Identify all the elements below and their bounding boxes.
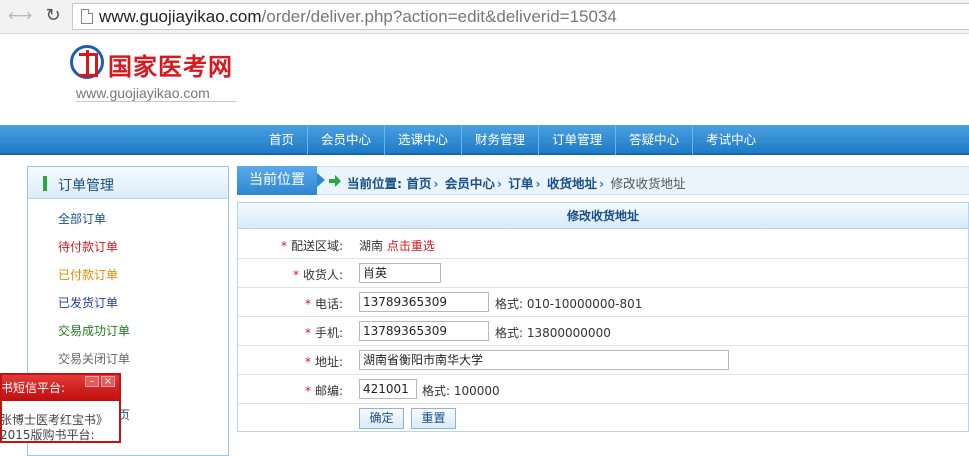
address-label: * 地址: — [304, 355, 343, 369]
breadcrumb-item-address[interactable]: 收货地址 — [547, 176, 597, 191]
sidebar-title: 订单管理 — [58, 178, 114, 194]
popup-titlebar: 书短信平台: – × — [2, 375, 119, 401]
reselect-link[interactable]: 点击重选 — [387, 239, 435, 253]
form-title: 修改收货地址 — [238, 203, 968, 229]
address-input[interactable]: 湖南省衡阳市南华大学 — [359, 350, 729, 370]
phone-hint: 格式: 010-10000000-801 — [495, 297, 643, 311]
form-row-receiver: * 收货人: 肖英 — [238, 259, 968, 288]
mobile-input[interactable]: 13789365309 — [359, 321, 489, 341]
address-bar[interactable]: www.guojiayikao.com/order/deliver.php?ac… — [72, 3, 969, 30]
nav-item-exam-center[interactable]: 考试中心 — [693, 125, 769, 155]
popup-line-1[interactable]: 张博士医考红宝书》 — [0, 413, 119, 428]
sidebar-header-marker — [43, 176, 47, 191]
minimize-icon[interactable]: – — [85, 376, 99, 387]
address-form: 修改收货地址 * 配送区域: 湖南 点击重选 * 收货人: 肖英 * 电话: 1378… — [237, 202, 969, 432]
nav-item-course-center[interactable]: 选课中心 — [385, 125, 463, 155]
receiver-input[interactable]: 肖英 — [359, 263, 441, 283]
zipcode-input[interactable]: 421001 — [359, 379, 417, 399]
breadcrumb-item-home[interactable]: 首页 — [406, 176, 431, 191]
page-icon — [81, 9, 93, 24]
forward-arrow-icon[interactable]: → — [14, 5, 36, 27]
sidebar-item-all-orders[interactable]: 全部订单 — [28, 205, 228, 233]
site-header: 国家医考网 www.guojiayikao.com — [0, 35, 969, 125]
close-icon[interactable]: × — [101, 376, 115, 387]
breadcrumb: 当前位置 当前位置: 首页 › 会员中心 › 订单 › 收货地址 › 修改收货地址 — [237, 166, 969, 195]
logo-icon[interactable] — [70, 45, 104, 79]
breadcrumb-trail: 当前位置: 首页 › 会员中心 › 订单 › 收货地址 › 修改收货地址 — [347, 176, 686, 191]
site-logo-text[interactable]: 国家医考网 — [108, 47, 233, 82]
form-row-zipcode: * 邮编: 421001 格式: 100000 — [238, 375, 968, 404]
nav-item-home[interactable]: 首页 — [256, 125, 309, 155]
sidebar-item-shipped[interactable]: 已发货订单 — [28, 289, 228, 317]
nav-item-finance[interactable]: 财务管理 — [462, 125, 540, 155]
nav-item-qa-center[interactable]: 答疑中心 — [616, 125, 694, 155]
receiver-label: * 收货人: — [292, 268, 343, 282]
nav-item-orders[interactable]: 订单管理 — [539, 125, 617, 155]
breadcrumb-item-order[interactable]: 订单 — [508, 176, 533, 191]
region-value: 湖南 点击重选 — [359, 239, 435, 253]
zipcode-label: * 邮编: — [304, 384, 343, 398]
breadcrumb-item-member[interactable]: 会员中心 — [445, 176, 495, 191]
main-nav: 首页 会员中心 选课中心 财务管理 订单管理 答疑中心 考试中心 — [0, 125, 969, 155]
form-row-address: * 地址: 湖南省衡阳市南华大学 — [238, 346, 968, 375]
site-logo-url: www.guojiayikao.com — [76, 85, 210, 101]
reset-button[interactable]: 重置 — [411, 408, 456, 429]
sidebar-header: 订单管理 — [28, 167, 228, 199]
form-row-mobile: * 手机: 13789365309 格式: 13800000000 — [238, 317, 968, 346]
browser-toolbar: ← → ↻ www.guojiayikao.com/order/deliver.… — [0, 0, 969, 34]
sms-popup: 书短信平台: – × 张博士医考红宝书》 2015版购书平台: — [0, 373, 121, 443]
sidebar-item-paid[interactable]: 已付款订单 — [28, 261, 228, 289]
popup-title: 书短信平台: — [2, 381, 66, 395]
phone-input[interactable]: 13789365309 — [359, 292, 489, 312]
breadcrumb-label: 当前位置 — [237, 166, 325, 195]
sidebar-item-closed[interactable]: 交易关闭订单 — [28, 345, 228, 373]
confirm-button[interactable]: 确定 — [359, 408, 404, 429]
url-text[interactable]: www.guojiayikao.com/order/deliver.php?ac… — [99, 7, 617, 27]
breadcrumb-current: 修改收货地址 — [610, 176, 686, 191]
form-row-region: * 配送区域: 湖南 点击重选 — [238, 230, 968, 259]
nav-item-member-center[interactable]: 会员中心 — [308, 125, 386, 155]
sidebar-item-completed[interactable]: 交易成功订单 — [28, 317, 228, 345]
zipcode-hint: 格式: 100000 — [422, 384, 500, 398]
breadcrumb-prefix: 当前位置: — [347, 176, 402, 191]
sidebar-item-pending-payment[interactable]: 待付款订单 — [28, 233, 228, 261]
form-row-phone: * 电话: 13789365309 格式: 010-10000000-801 — [238, 288, 968, 317]
region-label: * 配送区域: — [280, 239, 343, 253]
reload-icon[interactable]: ↻ — [42, 5, 64, 27]
divider — [76, 101, 236, 102]
arrow-right-icon — [329, 175, 341, 187]
mobile-hint: 格式: 13800000000 — [495, 326, 611, 340]
phone-label: * 电话: — [304, 297, 343, 311]
mobile-label: * 手机: — [304, 326, 343, 340]
